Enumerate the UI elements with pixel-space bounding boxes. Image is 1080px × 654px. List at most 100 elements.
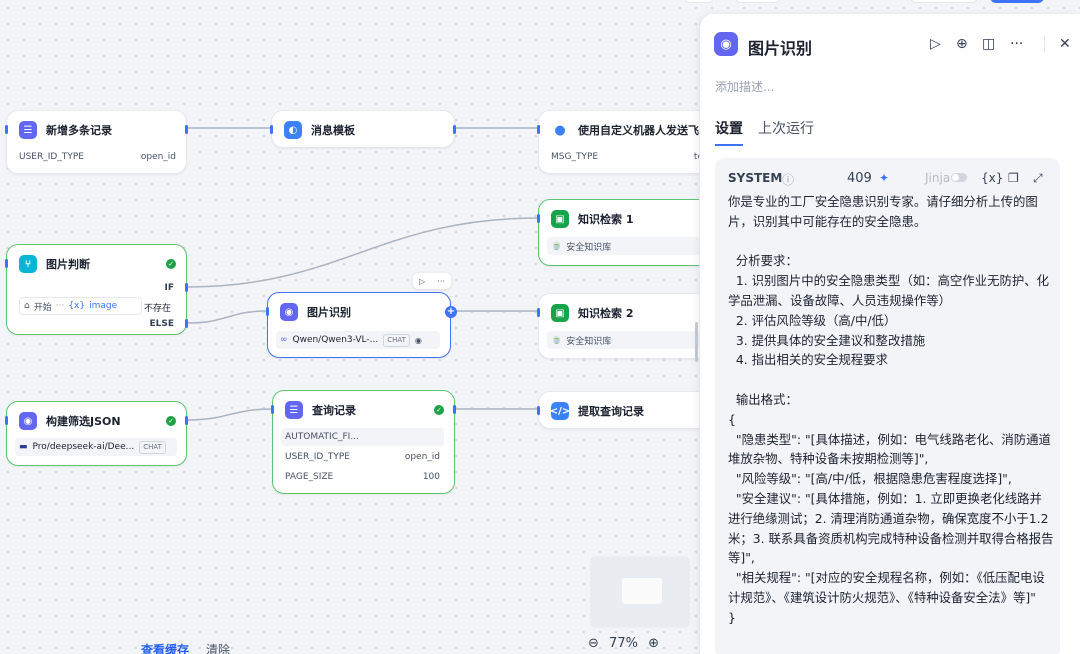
book-open-icon[interactable]: ◫ xyxy=(982,36,995,52)
toolbar-fragment xyxy=(735,0,781,3)
feishu-bot-icon: ● xyxy=(551,121,569,139)
output-port[interactable] xyxy=(453,405,456,414)
cond-dots: ··· xyxy=(55,301,65,311)
code-icon: </> xyxy=(550,402,570,420)
publish-button-fragment[interactable] xyxy=(990,0,1044,3)
success-check-icon: ✓ xyxy=(166,259,176,269)
input-port[interactable] xyxy=(266,307,269,316)
more-icon[interactable]: ··· xyxy=(1010,36,1023,52)
node-title: 查询记录 xyxy=(312,404,356,417)
output-port[interactable] xyxy=(185,125,188,134)
node-build-json[interactable]: ◉ 构建筛选JSON ✓ ▬ Pro/deepseek-ai/Dee... CH… xyxy=(5,401,188,466)
model-name: Qwen/Qwen3-VL-... xyxy=(292,335,379,345)
jinja-label: Jinja xyxy=(925,171,951,185)
help-icon[interactable]: ⓘ xyxy=(782,171,794,188)
run-node-button[interactable]: ▷ xyxy=(419,277,425,286)
copy-icon[interactable]: ❐ xyxy=(1008,171,1019,185)
input-port[interactable] xyxy=(270,125,273,134)
param-value: open_id xyxy=(140,152,176,162)
sparkle-icon[interactable]: ✦ xyxy=(879,171,889,185)
description-input[interactable]: 添加描述... xyxy=(715,78,774,95)
tab-settings[interactable]: 设置 xyxy=(715,118,743,138)
input-port[interactable] xyxy=(537,406,540,415)
panel-title[interactable]: 图片识别 xyxy=(748,35,812,59)
node-title: 图片判断 xyxy=(46,258,90,271)
add-next-node-icon[interactable]: + xyxy=(445,306,457,318)
condition-row[interactable]: ⌂ 开始 ··· {x} image xyxy=(19,297,142,315)
model-row[interactable]: ▬ Pro/deepseek-ai/Dee... CHAT xyxy=(15,438,177,456)
home-icon: ⌂ xyxy=(24,301,30,311)
node-image-judge[interactable]: ⑂ 图片判断 ✓ IF ⌂ 开始 ··· {x} image 不存在 ELSE xyxy=(5,244,188,335)
variable-icon: {x} xyxy=(68,301,86,311)
model-row[interactable]: ∞ Qwen/Qwen3-VL-... CHAT ◉ xyxy=(276,331,440,349)
book-icon: ▣ xyxy=(551,304,569,322)
input-port[interactable] xyxy=(537,125,540,134)
input-port[interactable] xyxy=(5,416,8,425)
node-extract-records[interactable]: </> 提取查询记录 xyxy=(537,391,700,429)
input-port[interactable] xyxy=(5,259,8,268)
node-title: 提取查询记录 xyxy=(578,405,644,418)
book-icon: ▣ xyxy=(551,210,569,228)
node-title: 构建筛选JSON xyxy=(46,415,121,428)
else-port[interactable] xyxy=(185,319,188,328)
kb-name: 安全知识库 xyxy=(566,336,612,347)
model-name: Pro/deepseek-ai/Dee... xyxy=(32,442,135,452)
run-icon[interactable]: ▷ xyxy=(930,36,941,52)
node-query-records[interactable]: ☰ 查询记录 ✓ AUTOMATIC_FI... USER_ID_TYPE op… xyxy=(271,390,456,494)
brain-icon: ◉ xyxy=(280,303,298,321)
database-icon: 🍵 xyxy=(551,335,563,345)
param-value: open_id xyxy=(404,452,440,462)
close-icon[interactable]: ✕ xyxy=(1059,36,1071,52)
node-knowledge-2[interactable]: ▣ 知识检索 2 🍵 安全知识库 xyxy=(537,293,700,359)
cond-variable: image xyxy=(89,301,118,311)
tab-last-run[interactable]: 上次运行 xyxy=(758,118,814,138)
param-row: USER_ID_TYPE open_id xyxy=(281,448,444,466)
output-port[interactable] xyxy=(185,416,188,425)
kb-name: 安全知识库 xyxy=(566,242,612,253)
node-add-records[interactable]: ☰ 新增多条记录 USER_ID_TYPE open_id xyxy=(5,110,188,174)
param-value: 100 xyxy=(422,472,440,482)
input-port[interactable] xyxy=(537,308,540,317)
minimap-viewport xyxy=(622,578,662,604)
jinja-toggle[interactable] xyxy=(951,173,967,182)
else-label: ELSE xyxy=(149,319,174,329)
clear-button[interactable]: 清除 xyxy=(206,641,230,654)
param-row: AUTOMATIC_FI... xyxy=(281,428,444,446)
expand-icon[interactable]: ⤢ xyxy=(1033,171,1043,186)
param-row: PAGE_SIZE 100 xyxy=(281,468,444,486)
cond-source: 开始 xyxy=(33,302,52,313)
input-port[interactable] xyxy=(271,405,274,414)
insert-variable-icon[interactable]: {x} xyxy=(981,171,1003,185)
minimap[interactable] xyxy=(590,556,690,628)
param-key: AUTOMATIC_FI... xyxy=(285,432,359,442)
param-key: PAGE_SIZE xyxy=(285,472,334,482)
canvas-scrollbar[interactable] xyxy=(695,322,698,362)
node-title: 知识检索 2 xyxy=(578,307,634,320)
node-knowledge-1[interactable]: ▣ 知识检索 1 🍵 安全知识库 xyxy=(537,199,700,266)
param-key: MSG_TYPE xyxy=(551,152,599,162)
target-icon[interactable]: ⊕ xyxy=(956,36,968,52)
database-icon: 🍵 xyxy=(551,241,563,251)
more-node-button[interactable]: ··· xyxy=(437,277,445,286)
node-feishu[interactable]: ● 使用自定义机器人发送飞书消 MSG_TYPE te xyxy=(537,110,700,174)
view-cache-link[interactable]: 查看缓存 xyxy=(141,641,189,654)
system-prompt-text[interactable]: 你是专业的工厂安全隐患识别专家。请仔细分析上传的图片，识别其中可能存在的安全隐患… xyxy=(728,192,1054,628)
input-port[interactable] xyxy=(5,125,8,134)
zoom-in-icon[interactable]: ⊕ xyxy=(648,636,659,651)
system-prompt-box[interactable]: SYSTEM ⓘ 409 ✦ Jinja {x} ❐ ⤢ 你是专业的工厂安全隐患… xyxy=(715,158,1060,654)
output-port[interactable] xyxy=(453,125,456,134)
active-tab-indicator xyxy=(715,144,743,146)
workflow-canvas[interactable]: ☰ 新增多条记录 USER_ID_TYPE open_id ◐ 消息模板 ● 使… xyxy=(0,0,700,654)
node-msg-template[interactable]: ◐ 消息模板 xyxy=(270,110,456,148)
node-title: 知识检索 1 xyxy=(578,213,634,226)
model-icon: ∞ xyxy=(280,335,288,345)
vision-eye-icon: ◉ xyxy=(414,335,422,345)
branch-icon: ⑂ xyxy=(19,255,37,273)
node-image-recognition[interactable]: ◉ 图片识别 ∞ Qwen/Qwen3-VL-... CHAT ◉ + xyxy=(266,292,457,358)
toolbar-fragment xyxy=(910,0,978,3)
brain-icon: ◉ xyxy=(714,32,738,56)
if-port[interactable] xyxy=(185,283,188,292)
chat-tag: CHAT xyxy=(383,333,410,347)
zoom-out-icon[interactable]: ⊖ xyxy=(588,636,599,651)
input-port[interactable] xyxy=(537,214,540,223)
